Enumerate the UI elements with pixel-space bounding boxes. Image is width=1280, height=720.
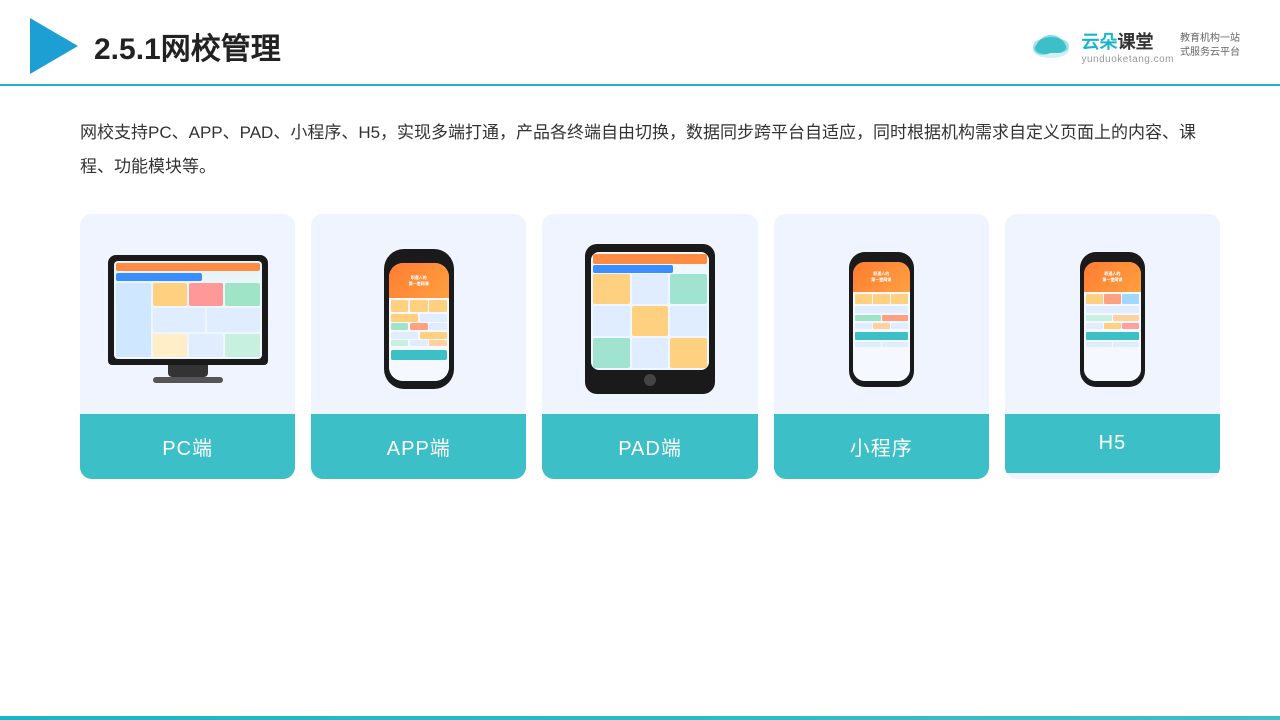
card-pc: PC端 [80, 214, 295, 479]
brand-name-part2: 课堂 [1117, 32, 1153, 52]
card-miniprogram: 职通人的第一堂网课 [774, 214, 989, 479]
monitor-mockup [108, 255, 268, 365]
card-h5: 职通人的第一堂网课 [1005, 214, 1220, 479]
main-content: 网校支持PC、APP、PAD、小程序、H5，实现多端打通，产品各终端自由切换，数… [0, 86, 1280, 499]
brand-tagline: 教育机构一站 式服务云平台 [1180, 32, 1240, 60]
card-app: 职通人的第一堂网课 [311, 214, 526, 479]
card-app-image: 职通人的第一堂网课 [311, 214, 526, 414]
card-miniprogram-image: 职通人的第一堂网课 [774, 214, 989, 414]
card-h5-image: 职通人的第一堂网课 [1005, 214, 1220, 414]
cards-container: PC端 职通人的第一堂网课 [80, 214, 1220, 479]
brand-logo: 云朵课堂 yunduoketang.com 教育机构一站 式服务云平台 [1027, 28, 1240, 65]
card-pad-label: PAD端 [542, 414, 757, 479]
card-app-label: APP端 [311, 414, 526, 479]
phone-mockup: 职通人的第一堂网课 [384, 249, 454, 389]
card-pad-image [542, 214, 757, 414]
cloud-icon [1027, 32, 1075, 60]
card-pc-label: PC端 [80, 414, 295, 479]
header-left: 2.5.1网校管理 [30, 18, 281, 74]
mini-phone-mockup-1: 职通人的第一堂网课 [849, 252, 914, 387]
card-miniprogram-label: 小程序 [774, 414, 989, 479]
description-text: 网校支持PC、APP、PAD、小程序、H5，实现多端打通，产品各终端自由切换，数… [80, 116, 1220, 184]
tablet-mockup [585, 244, 715, 394]
brand-name-text: 云朵课堂 yunduoketang.com [1081, 28, 1174, 65]
logo-triangle-icon [30, 18, 78, 74]
mini-phone-mockup-2: 职通人的第一堂网课 [1080, 252, 1145, 387]
page-title: 2.5.1网校管理 [94, 24, 281, 68]
card-h5-label: H5 [1005, 414, 1220, 473]
page-header: 2.5.1网校管理 云朵课堂 yunduoketang.com [0, 0, 1280, 86]
brand-url: yunduoketang.com [1081, 54, 1174, 65]
bottom-bar [0, 716, 1280, 720]
card-pad: PAD端 [542, 214, 757, 479]
card-pc-image [80, 214, 295, 414]
brand-cloud: 云朵课堂 yunduoketang.com 教育机构一站 式服务云平台 [1027, 28, 1240, 65]
brand-name-part1: 云朵 [1081, 32, 1117, 52]
